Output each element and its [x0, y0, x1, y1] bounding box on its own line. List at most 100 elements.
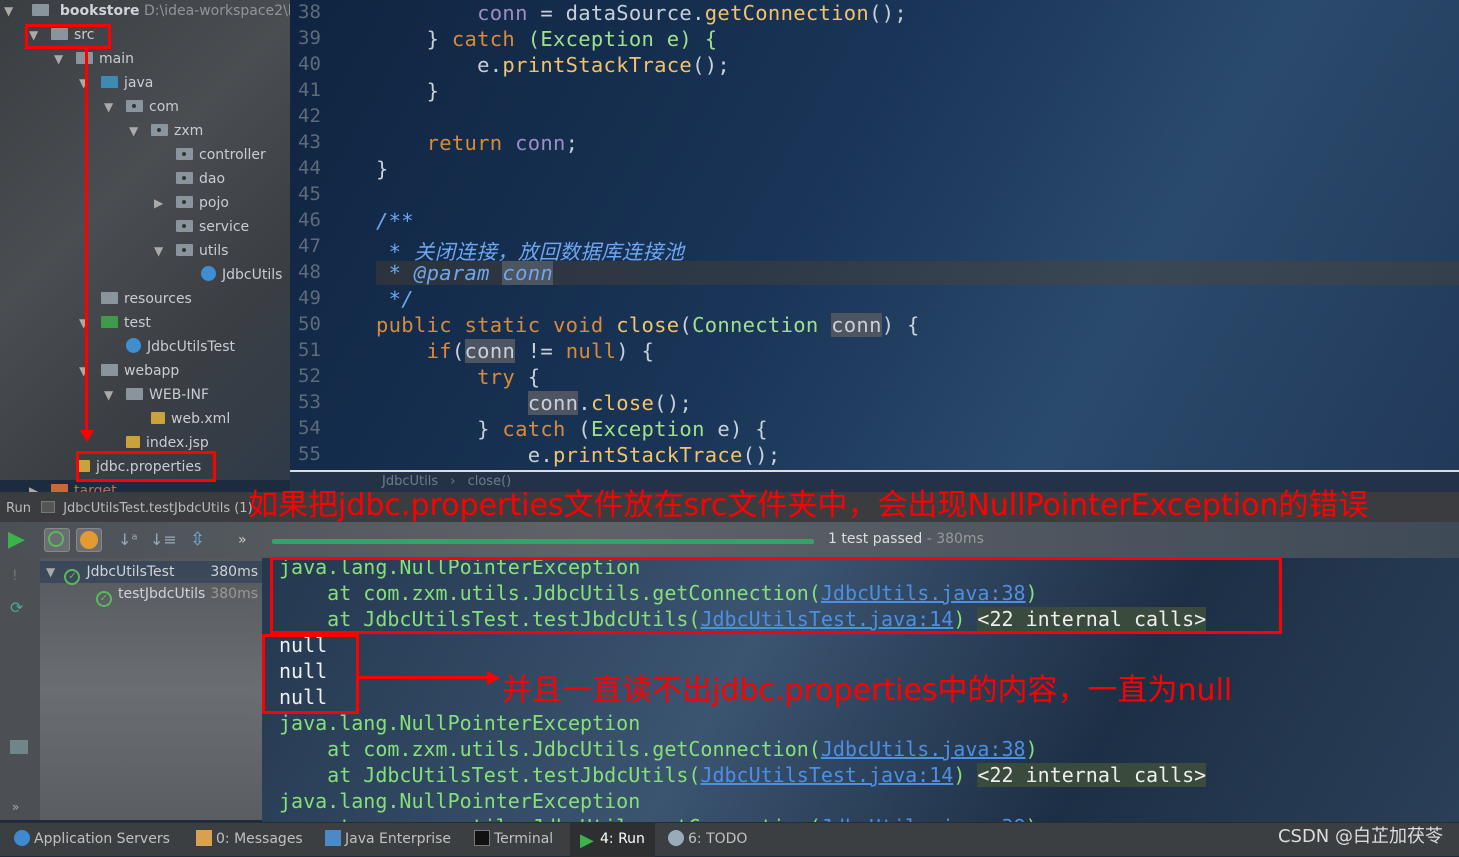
expand-arrow-icon[interactable]: ▼ — [4, 0, 18, 22]
expand-all-icon[interactable]: ⇳ — [190, 528, 216, 552]
expand-arrow-icon[interactable]: ▼ — [54, 48, 68, 70]
expand-arrow-icon[interactable]: ▶ — [154, 192, 168, 214]
code-token: (); — [869, 1, 908, 25]
line-number: 38 — [298, 1, 321, 23]
expand-arrow-icon[interactable]: ▼ — [129, 120, 143, 142]
code-line[interactable]: try { — [376, 365, 540, 389]
code-line[interactable]: conn.close(); — [376, 391, 692, 415]
rerun-failed-icon[interactable]: ⟳ — [10, 598, 23, 617]
tree-item-utils[interactable]: ▼ utils — [154, 240, 228, 262]
tab-application-servers[interactable]: Application Servers — [14, 823, 170, 857]
show-passed-icon[interactable] — [44, 528, 70, 552]
run-toolbar: ▶ ↓ᵃ ↓≡ ⇳ » 1 test passed - 380ms — [0, 522, 1459, 558]
code-line[interactable]: if(conn != null) { — [376, 339, 654, 363]
code-token: conn — [502, 261, 553, 285]
code-line[interactable]: */ — [376, 287, 414, 311]
tree-item-jdbcutils[interactable]: JdbcUtils — [179, 264, 282, 286]
code-line[interactable]: * @param conn — [376, 261, 1459, 285]
tab-messages[interactable]: 0: Messages — [196, 823, 303, 857]
tree-item-webapp[interactable]: ▼ webapp — [79, 360, 179, 382]
line-number-gutter: 38 39 40 41 42 43 44 45 46 47 48 49 50 51 52 53 54 55 — [290, 0, 376, 470]
annotation-arrowhead — [80, 430, 94, 442]
code-token: } — [376, 79, 440, 103]
layout-icon[interactable] — [10, 740, 28, 754]
code-token: e) { — [704, 417, 768, 441]
tree-item-web-inf[interactable]: ▼ WEB-INF — [104, 384, 209, 406]
line-number: 43 — [298, 131, 321, 153]
code-token: } — [376, 27, 452, 51]
expand-arrow-icon[interactable]: ▼ — [46, 561, 60, 583]
code-token: (Exception e) { — [515, 27, 718, 51]
tree-item-label: service — [199, 219, 250, 235]
code-token: if — [426, 339, 452, 363]
tree-item-java[interactable]: ▼ java — [79, 72, 153, 94]
tree-item-com[interactable]: ▼ com — [104, 96, 179, 118]
annotation-box-src — [25, 24, 111, 49]
tab-java-enterprise[interactable]: Java Enterprise — [325, 823, 451, 857]
tree-item-web-xml[interactable]: web.xml — [129, 408, 230, 430]
tab-run[interactable]: ▶ 4: Run — [570, 823, 655, 857]
code-line[interactable]: /** — [376, 209, 414, 233]
code-token: try — [477, 365, 516, 389]
more-icon[interactable]: » — [12, 800, 19, 814]
annotation-arrowhead — [487, 671, 500, 685]
expand-arrow-icon[interactable]: ▼ — [154, 240, 168, 262]
tree-item-service[interactable]: service — [154, 216, 249, 238]
sort-duration-icon[interactable]: ↓≡ — [150, 528, 177, 552]
code-line[interactable]: conn = dataSource.getConnection(); — [376, 1, 907, 25]
code-token: e. — [376, 53, 503, 77]
line-number: 42 — [298, 105, 321, 127]
test-time: 380ms — [210, 564, 258, 580]
code-line[interactable]: e.printStackTrace(); — [376, 443, 781, 467]
more-icon[interactable]: » — [238, 528, 264, 552]
line-number: 39 — [298, 27, 321, 49]
project-path: D:\idea-workspace2\boo — [143, 3, 314, 19]
console-text: java.lang.NullPointerException — [279, 711, 641, 735]
code-line[interactable]: } catch (Exception e) { — [376, 417, 768, 441]
expand-arrow-icon[interactable]: ▼ — [104, 96, 118, 118]
tree-item-jdbcutilstest[interactable]: JdbcUtilsTest — [104, 336, 235, 358]
rerun-icon[interactable]: ▶ — [8, 528, 34, 552]
sort-alpha-icon[interactable]: ↓ᵃ — [118, 528, 144, 552]
annotation-arrow-line — [85, 49, 88, 434]
tree-item-dao[interactable]: dao — [154, 168, 225, 190]
code-line[interactable]: } — [376, 157, 389, 181]
code-token: ( — [451, 339, 465, 363]
tree-item-resources[interactable]: resources — [79, 288, 192, 310]
tree-item-test[interactable]: ▼ test — [79, 312, 151, 334]
code-token: . — [578, 391, 591, 415]
code-line[interactable]: return conn; — [376, 131, 578, 155]
folder-icon — [126, 388, 143, 400]
code-line[interactable]: public static void close(Connection conn… — [376, 313, 920, 337]
code-token: Connection — [692, 313, 832, 337]
test-case-row[interactable]: ✓ testJbdcUtils 380ms — [96, 583, 262, 607]
code-line[interactable]: e.printStackTrace(); — [376, 53, 730, 77]
module-icon — [32, 4, 50, 16]
console-line: at JdbcUtilsTest.testJbdcUtils(JdbcUtils… — [279, 763, 1207, 787]
internal-calls-fold[interactable]: <22 internal calls> — [977, 763, 1207, 787]
code-token: } — [376, 157, 389, 181]
code-editor[interactable]: 38 39 40 41 42 43 44 45 46 47 48 49 50 51 52 53 54 55 con… — [290, 0, 1459, 470]
run-config-tab[interactable]: JdbcUtilsTest.testJbdcUtils (1) — [63, 501, 252, 516]
stop-icon[interactable]: ! — [12, 568, 18, 584]
stacktrace-link[interactable]: JdbcUtils.java:38 — [821, 737, 1026, 761]
tab-terminal[interactable]: Terminal — [474, 823, 553, 857]
watermark: CSDN @白芷加茯苓 — [1277, 826, 1443, 847]
run-config-icon — [41, 501, 56, 513]
tab-todo[interactable]: 6: TODO — [668, 823, 747, 857]
test-suite-row[interactable]: ▼ ✓ JdbcUtilsTest 380ms — [40, 561, 262, 585]
tree-root[interactable]: ▼ bookstore D:\idea-workspace2\boo — [4, 0, 314, 22]
annotation-box-properties — [76, 451, 216, 482]
tree-item-zxm[interactable]: ▼ zxm — [129, 120, 203, 142]
code-line[interactable]: } catch (Exception e) { — [376, 27, 717, 51]
code-token: catch — [451, 27, 516, 51]
stacktrace-link[interactable]: JdbcUtilsTest.java:14 — [700, 763, 953, 787]
code-line[interactable]: } — [376, 79, 439, 103]
line-number: 53 — [298, 391, 321, 413]
tree-item-main[interactable]: ▼ main — [54, 48, 134, 70]
tree-item-controller[interactable]: controller — [154, 144, 266, 166]
show-ignored-icon[interactable] — [76, 528, 102, 552]
code-token: /** — [376, 209, 414, 233]
tree-item-pojo[interactable]: ▶ pojo — [154, 192, 229, 214]
expand-arrow-icon[interactable]: ▼ — [104, 384, 118, 406]
